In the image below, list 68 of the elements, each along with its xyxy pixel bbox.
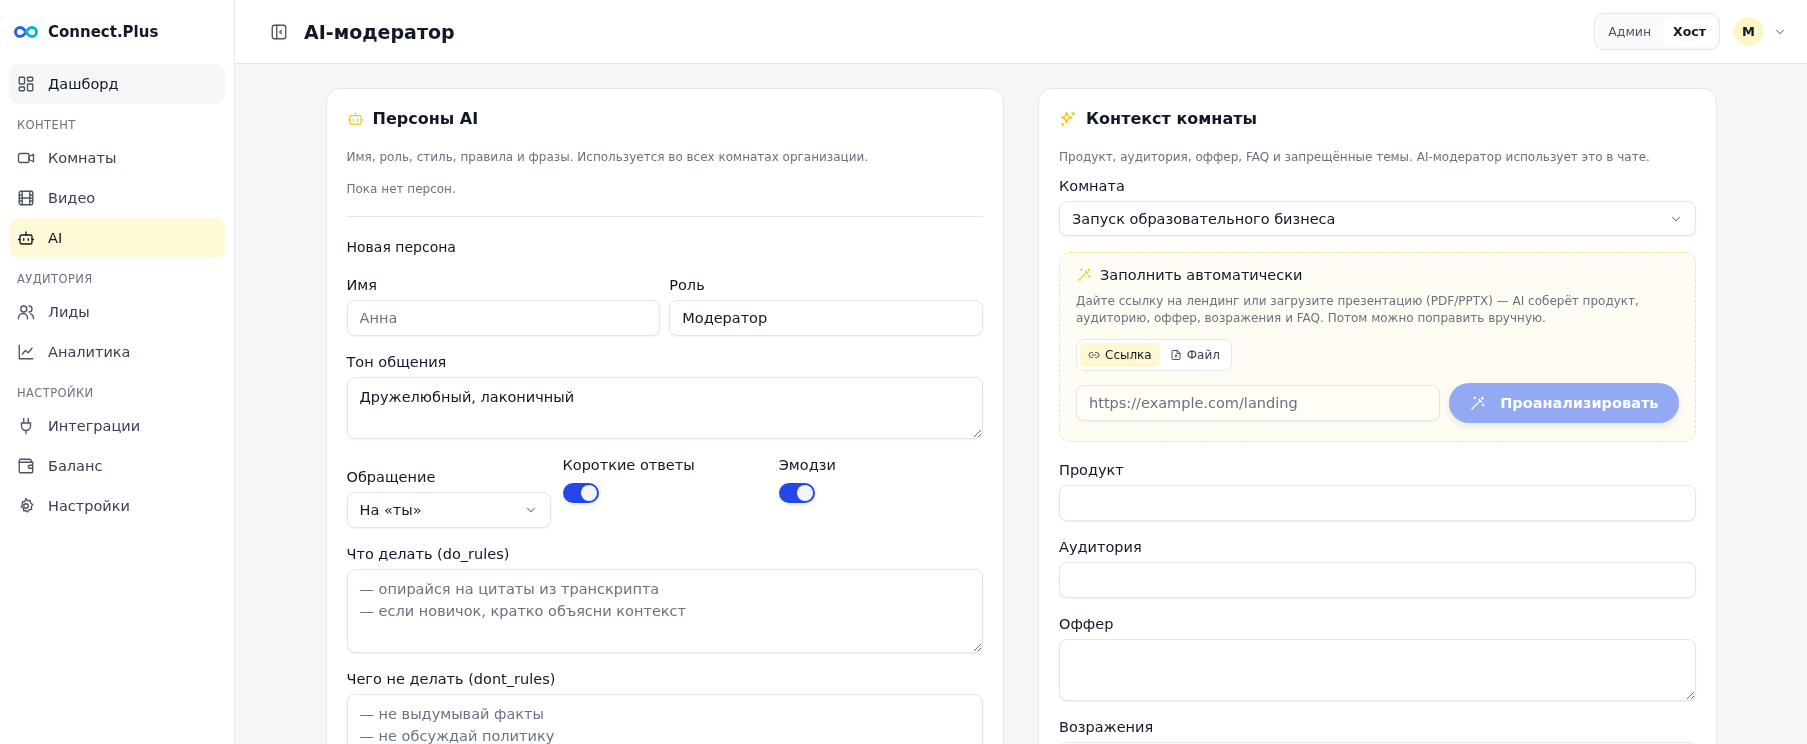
- field-label: Продукт: [1059, 462, 1125, 478]
- sidebar-item[interactable]: Видео: [9, 178, 225, 218]
- robot-icon: [17, 229, 35, 247]
- sidebar-item[interactable]: Настройки: [9, 486, 225, 526]
- role-tab[interactable]: Админ: [1598, 17, 1662, 46]
- room-select[interactable]: Запуск образовательного бизнеса: [1059, 201, 1696, 236]
- toggle-label: Эмодзи: [778, 457, 837, 473]
- sidebar-item[interactable]: Интеграции: [9, 406, 225, 446]
- link-icon: [1088, 349, 1100, 361]
- field-label: Роль: [669, 277, 706, 293]
- file-icon: [1169, 349, 1182, 361]
- text-input[interactable]: [1059, 485, 1696, 521]
- field-label: Возражения: [1059, 719, 1155, 735]
- field-label: Тон общения: [346, 354, 448, 370]
- card-title: Контекст комнаты: [1086, 109, 1257, 128]
- section-heading: КОНТЕНТ: [16, 117, 77, 134]
- sparkles-icon: [1059, 109, 1077, 128]
- address-select[interactable]: На «ты»: [346, 492, 551, 528]
- field-label: Оффер: [1059, 616, 1115, 632]
- field-label: Обращение: [346, 469, 437, 485]
- empty-note: Пока нет персон.: [346, 182, 457, 196]
- sidebar-item[interactable]: Аналитика: [9, 332, 225, 372]
- field-label: Комната: [1059, 178, 1126, 194]
- url-input[interactable]: https://example.com/landing: [1076, 385, 1441, 421]
- sidebar-item[interactable]: Баланс: [9, 446, 225, 486]
- wallet-icon: [17, 457, 35, 475]
- field-label: Что делать (do_rules): [346, 546, 511, 562]
- film-icon: [17, 189, 35, 207]
- robot-icon: [346, 110, 364, 127]
- section-heading: АУДИТОРИЯ: [16, 271, 94, 288]
- name-input[interactable]: Анна: [346, 300, 661, 336]
- panel-title: Заполнить автоматически: [1100, 267, 1303, 283]
- sidebar-item[interactable]: Лиды: [9, 292, 225, 332]
- form-title: Новая персона: [346, 239, 457, 255]
- field-label: Чего не делать (dont_rules): [346, 671, 557, 687]
- toggle-label: Короткие ответы: [562, 457, 696, 473]
- toggle-switch[interactable]: [562, 483, 599, 503]
- field-label: Аудитория: [1059, 539, 1143, 555]
- tone-textarea[interactable]: Дружелюбный, лаконичный: [346, 377, 983, 439]
- dashboard-icon: [17, 75, 35, 93]
- sidebar-item[interactable]: Дашборд: [9, 64, 225, 104]
- sidebar-item[interactable]: AI: [9, 218, 225, 258]
- line-chart-icon: [17, 343, 35, 361]
- brand-name: Connect.Plus: [48, 23, 159, 41]
- toggle-switch[interactable]: [778, 483, 815, 503]
- card-description: Имя, роль, стиль, правила и фразы. Используется во всех комнатах организации.: [346, 150, 870, 164]
- panel-description: Дайте ссылку на лендинг или загрузите презентацию (PDF/PPTX) — AI соберёт продукт, аудиторию, оффер, возражения и FAQ. Потом можно поправить вручную.: [1076, 293, 1640, 327]
- avatar[interactable]: M: [1734, 17, 1763, 46]
- section-heading: НАСТРОЙКИ: [16, 384, 95, 402]
- do-rules-textarea[interactable]: — опирайся на цитаты из транскрипта — если новичок, кратко объясни контекст: [346, 569, 983, 653]
- card-description: Продукт, аудитория, оффер, FAQ и запрещённые темы. AI-модератор использует это в чате.: [1059, 150, 1651, 164]
- users-icon: [17, 303, 35, 321]
- sidebar-toggle-icon: [270, 22, 288, 41]
- text-input[interactable]: [1059, 562, 1696, 598]
- magic-wand-icon: [1469, 394, 1487, 412]
- role-tab[interactable]: Хост: [1663, 17, 1716, 46]
- mode-tab[interactable]: Файл: [1161, 343, 1228, 367]
- magic-wand-icon: [1076, 267, 1092, 283]
- field-label: Имя: [346, 277, 378, 293]
- dont-rules-textarea[interactable]: — не выдумывай факты — не обсуждай политику: [346, 694, 983, 744]
- sidebar-item[interactable]: Комнаты: [9, 138, 225, 178]
- text-area[interactable]: [1059, 639, 1696, 701]
- card-title: Персоны AI: [372, 109, 479, 128]
- page-title: AI-модератор: [304, 20, 456, 43]
- infinity-logo-icon: [14, 25, 38, 39]
- mode-tab[interactable]: Ссылка: [1080, 343, 1160, 367]
- role-input[interactable]: Модератор: [669, 300, 983, 336]
- settings-icon: [17, 497, 35, 515]
